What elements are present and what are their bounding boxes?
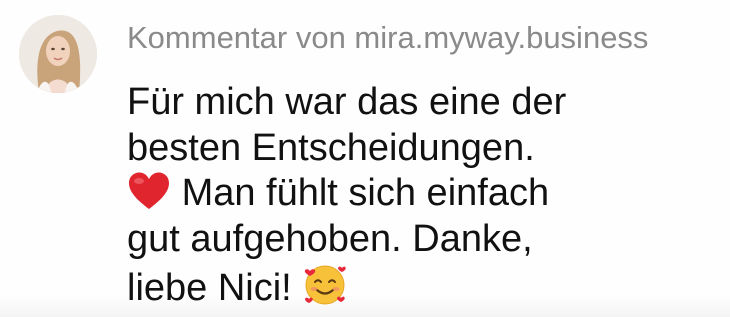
avatar-photo-icon	[19, 15, 97, 93]
comment-text: Für mich war das eine der besten Entsche…	[127, 80, 717, 312]
comment-line-text: Man fühlt sich einfach	[181, 172, 550, 214]
comment-line: besten Entscheidungen.	[127, 126, 535, 169]
avatar[interactable]	[19, 15, 97, 93]
red-heart-icon	[127, 171, 171, 211]
comment-line: liebe Nici!	[127, 262, 717, 312]
comment-author-line[interactable]: Kommentar von mira.myway.business	[127, 18, 648, 58]
comment-line: Für mich war das eine der	[127, 81, 567, 123]
comment-line-text: liebe Nici!	[127, 267, 292, 309]
smiling-face-with-hearts-icon	[302, 262, 348, 306]
comment-line: Man fühlt sich einfach	[127, 171, 717, 217]
comment-line: gut aufgehoben. Danke,	[127, 217, 533, 260]
